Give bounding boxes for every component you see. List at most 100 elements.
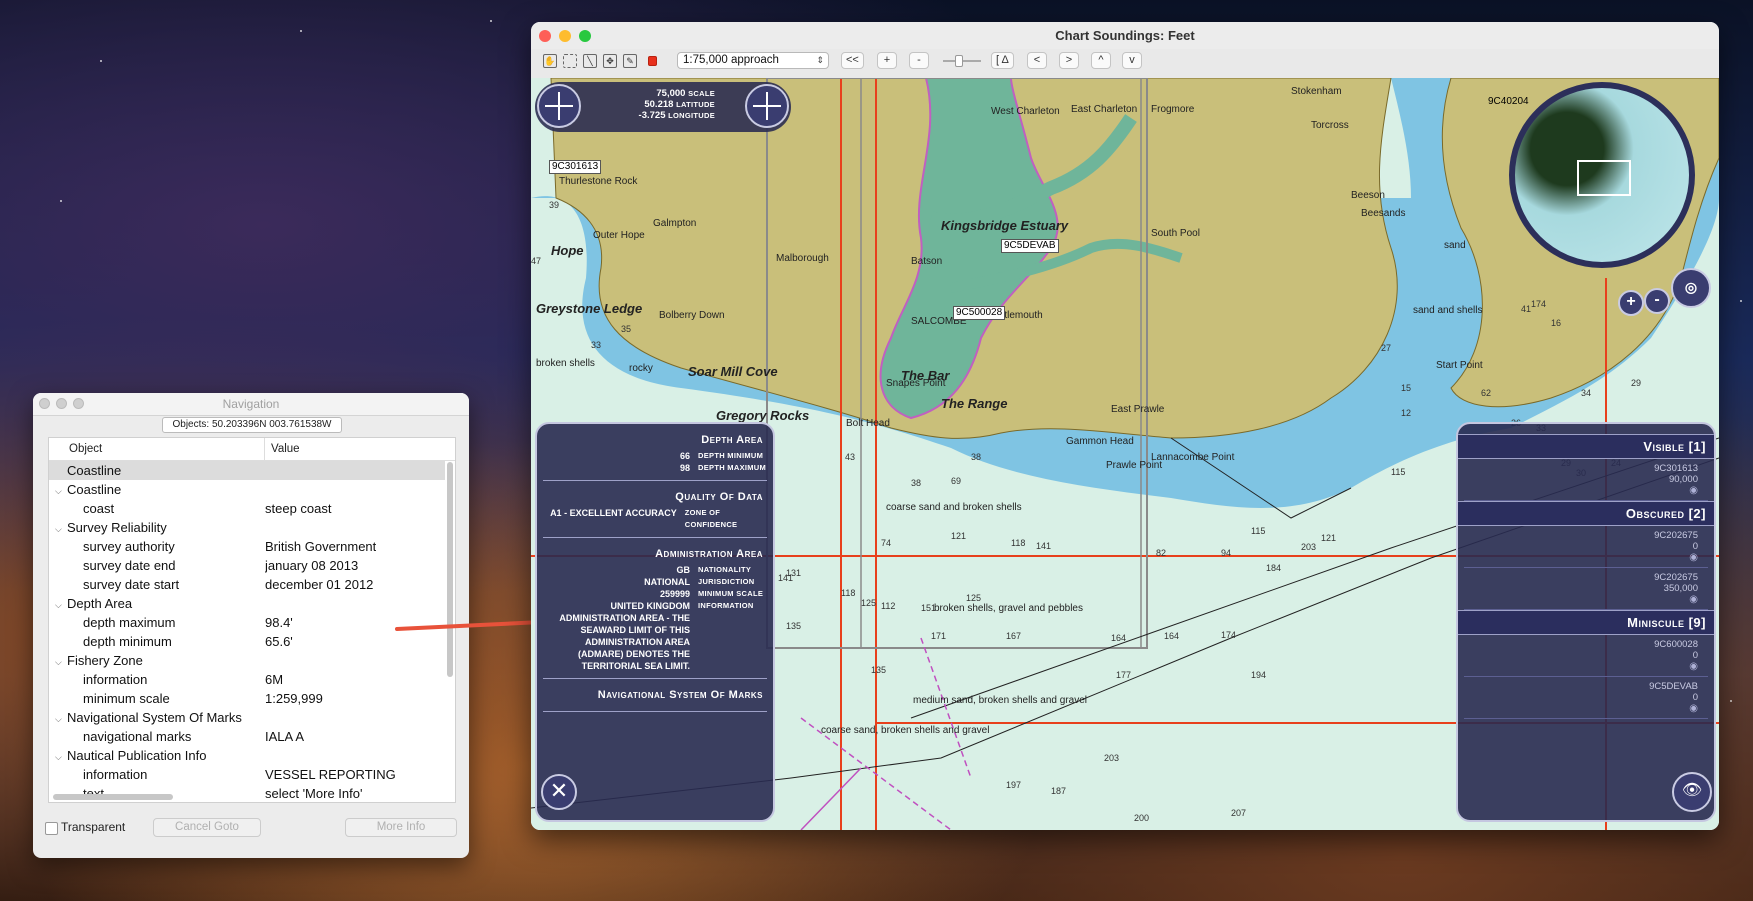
nautical-chart-map[interactable]: Greystone Ledge Soar Mill Cove Gregory R…	[531, 78, 1719, 830]
chart-list-item[interactable]: 9C202675 0 ◉	[1464, 526, 1708, 568]
map-label: coarse sand and broken shells	[886, 502, 1022, 513]
hand-tool-icon[interactable]: ✋	[543, 54, 557, 68]
table-row[interactable]: Coastline	[49, 461, 445, 480]
object-name: minimum scale	[83, 691, 170, 706]
rewind-button[interactable]: <<	[841, 52, 864, 69]
zoom-window-icon[interactable]	[73, 398, 84, 409]
chart-group-header[interactable]: Obscured [2]	[1458, 501, 1714, 526]
eye-icon[interactable]: 👁	[1672, 772, 1712, 812]
info-value: A1 - excellent accuracy	[550, 508, 677, 518]
table-row[interactable]: ⌵ Survey Reliability	[49, 518, 445, 537]
zoom-out-button[interactable]: -	[909, 52, 929, 69]
table-row[interactable]: coast steep coast	[49, 499, 445, 518]
eye-icon[interactable]: ◉	[1464, 485, 1698, 496]
close-window-icon[interactable]	[539, 30, 551, 42]
column-header-object[interactable]: Object	[49, 438, 265, 460]
pan-left-button[interactable]: <	[1027, 52, 1047, 69]
minimize-window-icon[interactable]	[56, 398, 67, 409]
chevron-down-icon[interactable]: ⌵	[55, 748, 67, 765]
table-row[interactable]: ⌵ Nautical Publication Info	[49, 746, 445, 765]
chevron-down-icon[interactable]: ⌵	[55, 596, 67, 613]
table-row[interactable]: minimum scale 1:259,999	[49, 689, 445, 708]
compass-icon[interactable]	[745, 84, 789, 128]
pan-up-button[interactable]: ^	[1091, 52, 1111, 69]
more-info-button[interactable]: More Info	[345, 818, 457, 837]
map-label: Outer Hope	[593, 230, 645, 241]
pan-down-button[interactable]: v	[1122, 52, 1142, 69]
depth-sounding: 94	[1221, 548, 1232, 558]
select-tool-icon[interactable]	[563, 54, 577, 68]
chart-group-header[interactable]: Miniscule [9]	[1458, 610, 1714, 635]
table-row[interactable]: ⌵ Fishery Zone	[49, 651, 445, 670]
eye-icon[interactable]: ◉	[1464, 552, 1698, 563]
table-row[interactable]: ⌵ Depth Area	[49, 594, 445, 613]
object-cell: minimum scale	[49, 689, 265, 708]
measure-tool-icon[interactable]: ╲	[583, 54, 597, 68]
table-row[interactable]: survey date start december 01 2012	[49, 575, 445, 594]
compass-icon[interactable]	[537, 84, 581, 128]
chart-scale: 90,000	[1668, 474, 1698, 485]
chart-list-item[interactable]: 9C600028 0 ◉	[1464, 635, 1708, 677]
eye-icon[interactable]: ◉	[1464, 661, 1698, 672]
magnifier-zoom-out-button[interactable]: -	[1644, 288, 1670, 314]
object-name: Coastline	[67, 463, 122, 478]
column-header-value[interactable]: Value	[265, 438, 300, 460]
move-tool-icon[interactable]: ✥	[603, 54, 617, 68]
chart-scale: 0	[1692, 692, 1698, 703]
magnifier-zoom-in-button[interactable]: +	[1618, 290, 1644, 316]
chart-scale: 0	[1692, 541, 1698, 552]
zoom-in-button[interactable]: +	[877, 52, 897, 69]
table-row[interactable]: depth maximum 98.4'	[49, 613, 445, 632]
table-row[interactable]: depth minimum 65.6'	[49, 632, 445, 651]
table-row[interactable]: survey date end january 08 2013	[49, 556, 445, 575]
chart-id-label[interactable]: 9C5DEVAB	[1001, 239, 1059, 253]
chart-id-label[interactable]: 9C40204	[1486, 96, 1531, 108]
object-name: information	[83, 672, 148, 687]
scale-select[interactable]: 1:75,000 approach ⇕	[677, 52, 829, 69]
chart-list-item[interactable]: 9C202675 350,000 ◉	[1464, 568, 1708, 610]
globe-icon[interactable]: ◎	[1671, 268, 1711, 308]
map-label: Thurlestone Rock	[559, 176, 638, 187]
map-label: sand	[1444, 240, 1466, 251]
minimize-window-icon[interactable]	[559, 30, 571, 42]
depth-sounding: 27	[1381, 343, 1392, 353]
eye-icon[interactable]: ◉	[1464, 594, 1698, 605]
table-row[interactable]: ⌵ Coastline	[49, 480, 445, 499]
zoom-window-icon[interactable]	[579, 30, 591, 42]
chevron-down-icon[interactable]: ⌵	[55, 520, 67, 537]
map-label: medium sand, broken shells and gravel	[913, 695, 1087, 706]
info-row: A1 - excellent accuracy zone of confidenc…	[543, 507, 767, 531]
pencil-tool-icon[interactable]: ✎	[623, 54, 637, 68]
depth-sounding: 125	[861, 598, 877, 608]
cancel-goto-button[interactable]: Cancel Goto	[153, 818, 261, 837]
chart-group-header[interactable]: Visible [1]	[1458, 434, 1714, 459]
table-row[interactable]: ⌵ Navigational System Of Marks	[49, 708, 445, 727]
table-row[interactable]: navigational marks IALA A	[49, 727, 445, 746]
chevron-down-icon[interactable]: ⌵	[55, 482, 67, 499]
close-panel-button[interactable]: ✕	[541, 774, 577, 810]
close-window-icon[interactable]	[39, 398, 50, 409]
eye-icon[interactable]: ◉	[1464, 703, 1698, 714]
pan-right-button[interactable]: >	[1059, 52, 1079, 69]
chart-list-item[interactable]: 9C301613 90,000 ◉	[1464, 459, 1708, 501]
chart-list-item[interactable]: 9C5DEVAB 0 ◉	[1464, 677, 1708, 719]
transparent-checkbox[interactable]	[45, 822, 58, 835]
chart-id: 9C5DEVAB	[1649, 681, 1698, 692]
chevron-down-icon[interactable]: ⌵	[55, 710, 67, 727]
depth-sounding: 62	[1481, 388, 1492, 398]
transparent-label: Transparent	[61, 820, 126, 834]
zoom-slider-knob[interactable]	[955, 55, 963, 67]
chart-id-label[interactable]: 9C301613	[549, 160, 602, 174]
depth-sounding: 164	[1111, 633, 1127, 643]
value-cell: IALA A	[265, 729, 305, 744]
table-row[interactable]: survey authority British Government	[49, 537, 445, 556]
info-key: minimum scale	[698, 589, 764, 598]
chevron-down-icon[interactable]: ⌵	[55, 653, 67, 670]
stop-icon[interactable]	[648, 56, 657, 66]
table-row[interactable]: information VESSEL REPORTING	[49, 765, 445, 784]
horizontal-scrollbar[interactable]	[53, 794, 173, 800]
delta-button[interactable]: [ Δ	[991, 52, 1014, 69]
chart-id-label[interactable]: 9C500028	[953, 306, 1006, 320]
magnifier-lens[interactable]	[1509, 82, 1695, 268]
table-row[interactable]: information 6M	[49, 670, 445, 689]
